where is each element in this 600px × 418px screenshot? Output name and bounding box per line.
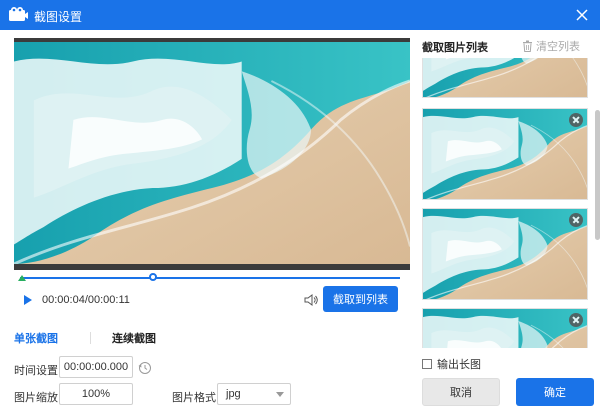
capture-thumbnail[interactable] (422, 308, 588, 348)
time-setting-input[interactable]: 00:00:00.000 (59, 356, 133, 378)
image-scale-input[interactable]: 100% (59, 383, 133, 405)
image-format-value: jpg (226, 388, 241, 400)
list-scrollbar[interactable] (594, 58, 600, 348)
tab-single-capture[interactable]: 单张截图 (14, 330, 58, 346)
capture-thumbnail[interactable] (422, 108, 588, 200)
clear-list-button[interactable]: 清空列表 (522, 38, 580, 54)
list-scrollbar-thumb[interactable] (595, 110, 600, 240)
delete-thumbnail-icon[interactable] (569, 313, 583, 327)
chevron-down-icon (276, 392, 284, 397)
window-title: 截图设置 (34, 10, 83, 24)
export-long-image-checkbox[interactable]: 输出长图 (422, 356, 481, 372)
capture-list-panel: 截取图片列表 清空列表 输出长图 取消 确定 (418, 30, 600, 418)
delete-thumbnail-icon[interactable] (569, 113, 583, 127)
app-logo-icon (9, 7, 28, 21)
delete-thumbnail-icon[interactable] (569, 213, 583, 227)
player-controls: 00:00:04/00:00:11 截取到列表 (14, 286, 410, 314)
capture-to-list-button[interactable]: 截取到列表 (323, 286, 398, 312)
trash-icon (523, 40, 532, 52)
time-setting-label: 时间设置: (14, 365, 62, 377)
checkbox-icon[interactable] (422, 359, 432, 369)
close-icon[interactable] (572, 5, 592, 25)
capture-thumbnail-list[interactable] (422, 58, 588, 348)
capture-thumbnail[interactable] (422, 58, 588, 98)
capture-list-title: 截取图片列表 (422, 42, 488, 54)
tab-divider (90, 332, 91, 344)
image-scale-label: 图片缩放: (14, 392, 62, 404)
image-format-label: 图片格式: (172, 392, 220, 404)
timecode: 00:00:04/00:00:11 (42, 294, 130, 306)
start-marker-icon[interactable] (18, 275, 26, 281)
timeline-thumb[interactable] (149, 273, 157, 281)
timeline-slider[interactable] (14, 270, 410, 284)
video-preview (14, 38, 410, 270)
tab-continuous-capture[interactable]: 连续截图 (112, 330, 156, 346)
timeline-track[interactable] (20, 277, 400, 279)
play-icon[interactable] (24, 295, 32, 305)
capture-thumbnail[interactable] (422, 208, 588, 300)
clear-list-label: 清空列表 (536, 41, 580, 53)
title-bar: 截图设置 (0, 0, 600, 30)
reset-time-icon[interactable] (138, 361, 152, 375)
confirm-button[interactable]: 确定 (516, 378, 594, 406)
export-long-image-label: 输出长图 (437, 359, 481, 371)
cancel-button[interactable]: 取消 (422, 378, 500, 406)
image-format-select[interactable]: jpg (217, 383, 291, 405)
volume-icon[interactable] (304, 293, 318, 307)
